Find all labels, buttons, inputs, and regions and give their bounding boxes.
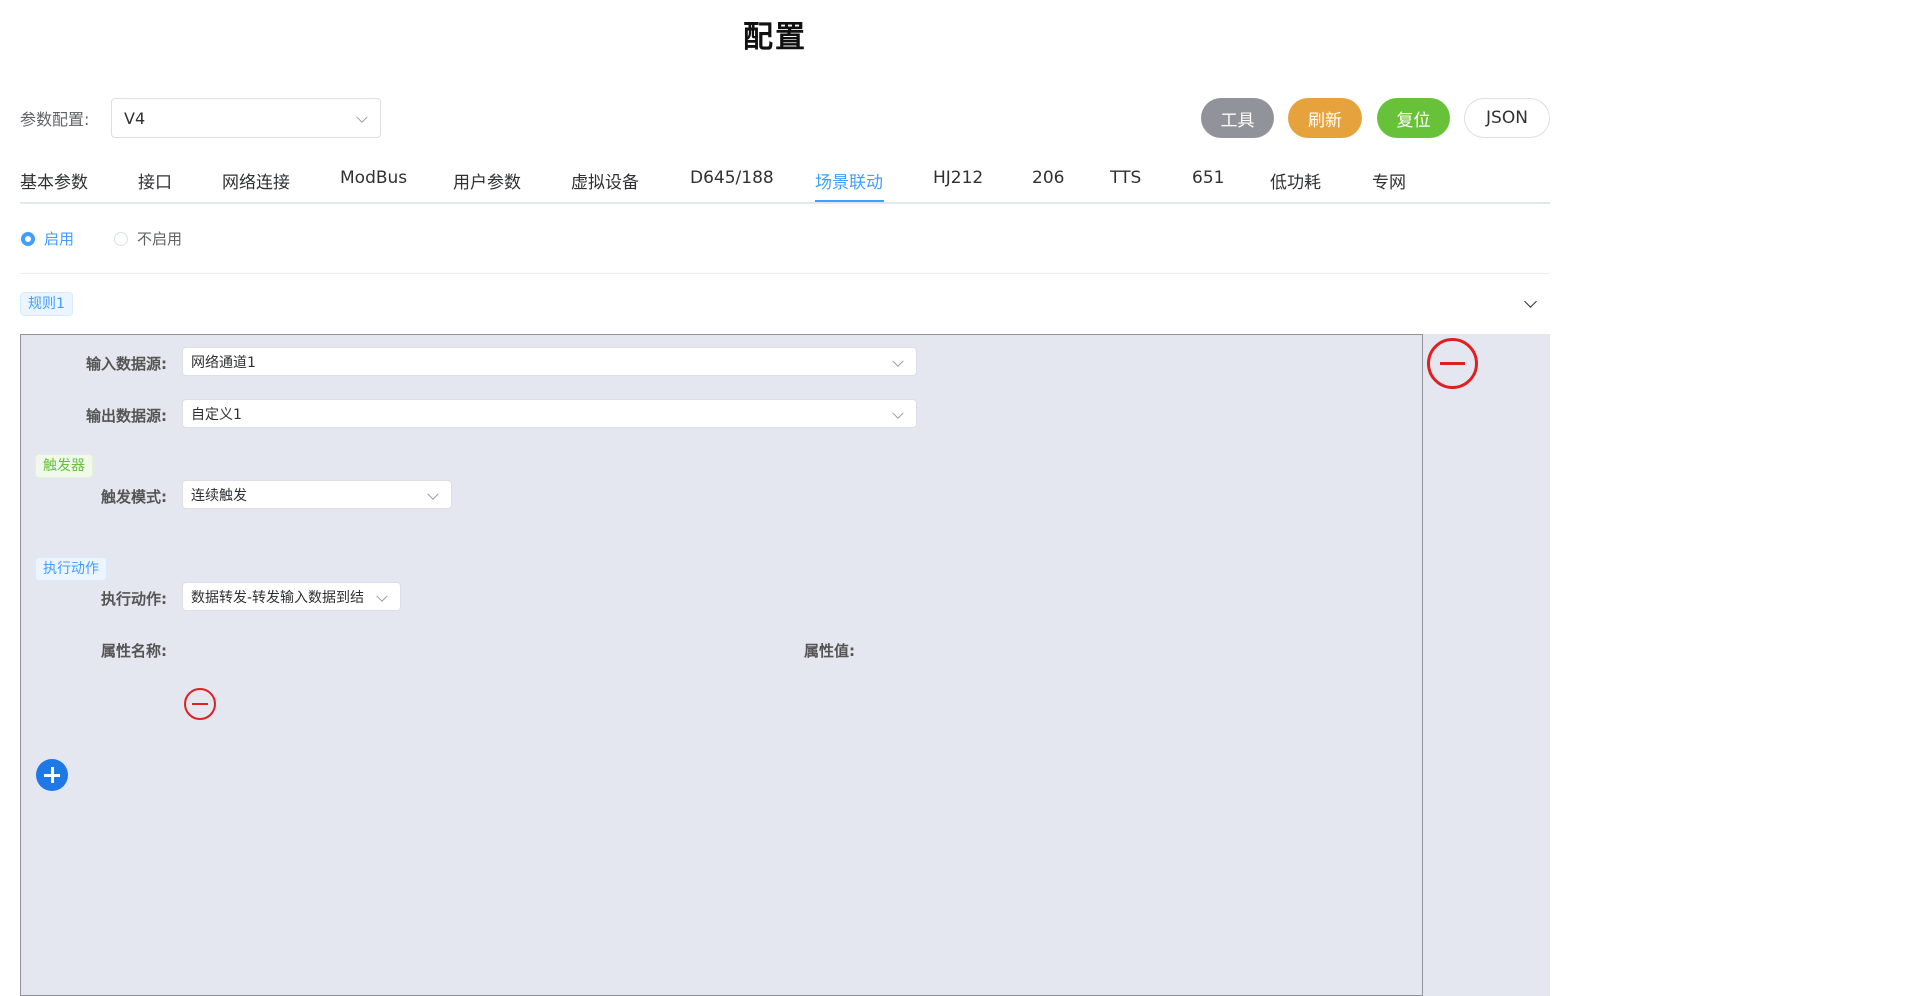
action-label: 执行动作: — [101, 590, 167, 608]
tab-low-power[interactable]: 低功耗 — [1270, 168, 1321, 193]
input-source-value: 网络通道1 — [191, 354, 256, 371]
radio-unchecked-icon — [114, 231, 128, 246]
chevron-down-icon — [892, 407, 904, 419]
tab-d645-188[interactable]: D645/188 — [690, 168, 774, 188]
json-button[interactable]: JSON — [1464, 98, 1550, 138]
param-config-label: 参数配置: — [20, 110, 90, 129]
divider — [20, 273, 1550, 274]
tab-206[interactable]: 206 — [1032, 168, 1064, 188]
trigger-tag: 触发器 — [35, 454, 93, 478]
radio-disable[interactable]: 不启用 — [114, 228, 182, 249]
config-tabs: 基本参数 接口 网络连接 ModBus 用户参数 虚拟设备 D645/188 场… — [20, 160, 1550, 204]
tab-private-network[interactable]: 专网 — [1372, 168, 1406, 193]
tab-modbus[interactable]: ModBus — [340, 168, 407, 188]
tab-651[interactable]: 651 — [1192, 168, 1224, 188]
trigger-mode-label: 触发模式: — [101, 488, 167, 506]
page-title: 配置 — [743, 20, 807, 55]
tab-virtual-device[interactable]: 虚拟设备 — [571, 168, 639, 193]
output-source-select[interactable]: 自定义1 — [182, 399, 917, 428]
input-source-select[interactable]: 网络通道1 — [182, 347, 917, 376]
radio-disable-label: 不启用 — [137, 230, 183, 248]
radio-enable-label: 启用 — [44, 230, 75, 248]
refresh-button[interactable]: 刷新 — [1288, 98, 1362, 138]
property-name-label: 属性名称: — [101, 642, 167, 660]
remove-rule-minus-icon[interactable] — [1427, 338, 1478, 389]
radio-checked-icon — [21, 231, 35, 246]
reset-button[interactable]: 复位 — [1377, 98, 1450, 138]
chevron-down-icon[interactable] — [1524, 295, 1537, 308]
rule-panel — [20, 334, 1423, 996]
chevron-down-icon — [427, 488, 439, 500]
remove-property-minus-icon[interactable] — [184, 688, 216, 720]
active-tab-indicator — [815, 200, 884, 202]
action-tag: 执行动作 — [35, 557, 107, 581]
tab-network[interactable]: 网络连接 — [222, 168, 290, 193]
tab-interface[interactable]: 接口 — [138, 168, 172, 193]
tab-basic-params[interactable]: 基本参数 — [20, 168, 88, 193]
output-source-label: 输出数据源: — [86, 407, 167, 425]
tool-button[interactable]: 工具 — [1201, 98, 1274, 138]
property-value-label: 属性值: — [804, 642, 855, 660]
tab-tts[interactable]: TTS — [1110, 168, 1141, 188]
output-source-value: 自定义1 — [191, 406, 242, 423]
chevron-down-icon — [892, 355, 904, 367]
tab-hj212[interactable]: HJ212 — [933, 168, 983, 188]
tab-scene-linkage[interactable]: 场景联动 — [815, 168, 883, 193]
trigger-mode-value: 连续触发 — [191, 487, 247, 504]
version-select[interactable]: V4 — [111, 98, 381, 138]
chevron-down-icon — [356, 111, 368, 123]
input-source-label: 输入数据源: — [86, 355, 167, 373]
add-property-plus-icon[interactable] — [36, 759, 68, 791]
radio-enable[interactable]: 启用 — [21, 228, 74, 249]
chevron-down-icon — [376, 590, 388, 602]
action-value: 数据转发-转发输入数据到结 — [191, 589, 365, 606]
trigger-mode-select[interactable]: 连续触发 — [182, 480, 452, 509]
tab-user-params[interactable]: 用户参数 — [453, 168, 521, 193]
version-select-value: V4 — [124, 108, 146, 128]
action-select[interactable]: 数据转发-转发输入数据到结 — [182, 582, 401, 611]
rule-tag: 规则1 — [20, 292, 73, 316]
